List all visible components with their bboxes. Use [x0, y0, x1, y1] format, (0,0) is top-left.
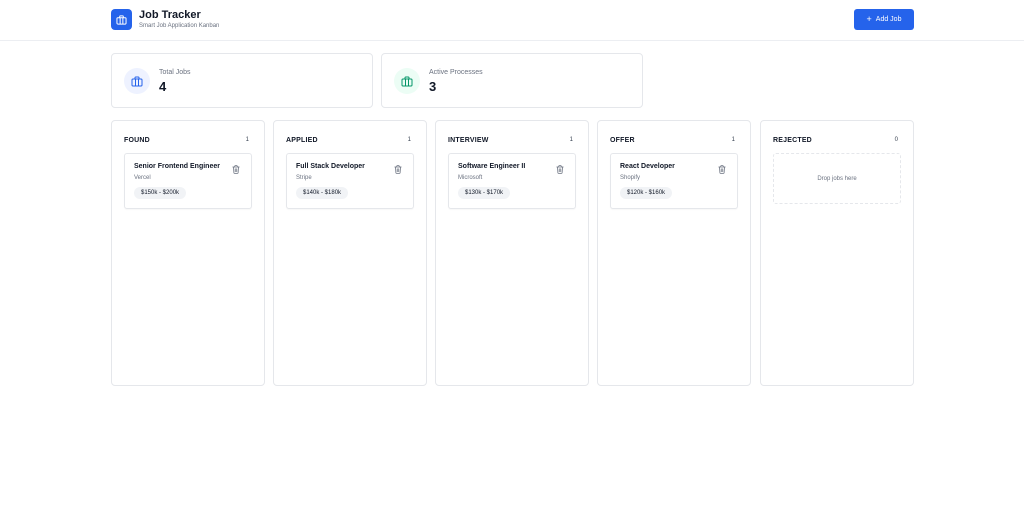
column-title: REJECTED [773, 137, 812, 144]
column-title: INTERVIEW [448, 137, 489, 144]
plus-icon: + [866, 14, 872, 24]
job-card[interactable]: Senior Frontend Engineer Vercel $150k - … [124, 153, 252, 209]
add-job-button[interactable]: + Add Job [854, 9, 914, 30]
column-count: 1 [569, 137, 573, 143]
briefcase-icon [401, 76, 413, 86]
column-title: OFFER [610, 137, 635, 144]
job-card[interactable]: React Developer Shopify $120k - $160k [610, 153, 738, 209]
job-company: Shopify [620, 175, 641, 181]
job-company: Microsoft [458, 175, 483, 181]
trash-icon[interactable] [556, 165, 564, 174]
job-title: React Developer [620, 163, 675, 170]
stat-value: 3 [429, 79, 437, 94]
kanban-column-rejected[interactable]: REJECTED 0 Drop jobs here [760, 120, 914, 386]
job-card[interactable]: Software Engineer II Microsoft $130k - $… [448, 153, 576, 209]
briefcase-icon [116, 14, 127, 25]
column-count: 0 [894, 137, 898, 143]
job-card[interactable]: Full Stack Developer Stripe $140k - $180… [286, 153, 414, 209]
stat-value: 4 [159, 79, 167, 94]
app-header: Job Tracker Smart Job Application Kanban… [0, 0, 1024, 41]
salary-badge: $120k - $160k [620, 187, 673, 199]
kanban-column-interview[interactable]: INTERVIEW 1 Software Engineer II Microso… [435, 120, 589, 386]
column-count: 1 [731, 137, 735, 143]
salary-badge: $140k - $180k [296, 187, 349, 199]
stat-label: Total Jobs [159, 69, 191, 76]
stat-card-total-jobs: Total Jobs 4 [111, 53, 373, 108]
salary-badge: $130k - $170k [458, 187, 511, 199]
column-count: 1 [245, 137, 249, 143]
kanban-column-offer[interactable]: OFFER 1 React Developer Shopify $120k - … [597, 120, 751, 386]
trash-icon[interactable] [232, 165, 240, 174]
stat-label: Active Processes [429, 69, 483, 76]
drop-zone[interactable]: Drop jobs here [773, 153, 901, 204]
app-subtitle: Smart Job Application Kanban [139, 23, 220, 29]
column-count: 1 [407, 137, 411, 143]
briefcase-icon [131, 76, 143, 86]
job-company: Stripe [296, 175, 312, 181]
add-job-label: Add Job [875, 16, 902, 23]
salary-badge: $150k - $200k [134, 187, 187, 199]
column-title: APPLIED [286, 137, 318, 144]
trash-icon[interactable] [394, 165, 402, 174]
logo [111, 9, 132, 30]
kanban-column-applied[interactable]: APPLIED 1 Full Stack Developer Stripe $1… [273, 120, 427, 386]
job-title: Senior Frontend Engineer [134, 163, 220, 170]
kanban-column-found[interactable]: FOUND 1 Senior Frontend Engineer Vercel … [111, 120, 265, 386]
job-title: Full Stack Developer [296, 163, 365, 170]
column-title: FOUND [124, 137, 150, 144]
stat-icon-container [394, 68, 420, 94]
app-title: Job Tracker [139, 9, 201, 21]
stat-card-active-processes: Active Processes 3 [381, 53, 643, 108]
stat-icon-container [124, 68, 150, 94]
job-title: Software Engineer II [458, 163, 526, 170]
job-company: Vercel [134, 175, 151, 181]
trash-icon[interactable] [718, 165, 726, 174]
